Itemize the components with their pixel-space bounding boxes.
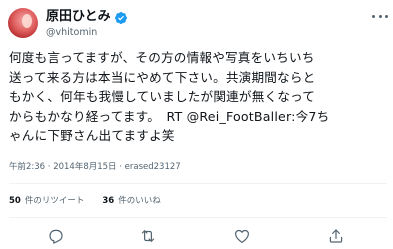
divider <box>9 217 387 218</box>
reply-icon[interactable] <box>47 227 65 245</box>
retweets-count: 50 <box>9 196 21 206</box>
retweets-stat[interactable]: 50 件のリツイート <box>9 195 84 207</box>
retweet-icon[interactable] <box>139 227 157 245</box>
tweet-timestamp[interactable]: 午前2:36 · 2014年8月15日 · erased23127 <box>9 161 181 173</box>
share-icon[interactable] <box>327 227 345 245</box>
tweet-header: 原田ひとみ @vhitomin <box>0 0 393 44</box>
user-handle[interactable]: @vhitomin <box>46 27 97 39</box>
tweet-stats: 50 件のリツイート 36 件のいいね <box>9 195 179 207</box>
verified-badge-icon <box>114 10 128 24</box>
like-icon[interactable] <box>233 227 251 245</box>
avatar[interactable] <box>8 8 38 38</box>
likes-label: 件のいいね <box>118 196 161 206</box>
more-icon[interactable] <box>372 10 388 22</box>
action-bar <box>0 224 393 248</box>
display-name[interactable]: 原田ひとみ <box>46 9 111 25</box>
likes-stat[interactable]: 36 件のいいね <box>102 195 160 207</box>
likes-count: 36 <box>102 196 115 206</box>
retweets-label: 件のリツイート <box>24 196 85 206</box>
divider <box>9 183 387 184</box>
tweet-text: 何度も言ってますが、その方の情報や写真をいちいち 送って来る方は本当にやめて下さ… <box>9 50 330 143</box>
name-row: 原田ひとみ <box>46 9 128 25</box>
